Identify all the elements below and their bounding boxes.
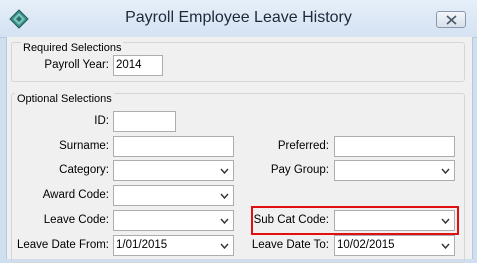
close-icon xyxy=(446,15,457,25)
leave-date-from-picker[interactable]: 1/01/2015 xyxy=(113,235,234,256)
payroll-year-label: Payroll Year: xyxy=(44,59,109,71)
leave-code-dropdown[interactable] xyxy=(113,210,234,231)
window-title: Payroll Employee Leave History xyxy=(125,9,352,26)
title-bar: Payroll Employee Leave History xyxy=(0,0,477,38)
leave-date-to-value: 10/02/2015 xyxy=(337,239,395,251)
chevron-down-icon xyxy=(441,168,450,174)
leave-code-label: Leave Code: xyxy=(43,214,109,226)
surname-label: Surname: xyxy=(59,140,109,152)
leave-date-to-label: Leave Date To: xyxy=(251,239,329,251)
optional-selections-legend: Optional Selections xyxy=(15,93,114,105)
leave-date-to-picker[interactable]: 10/02/2015 xyxy=(334,235,455,256)
required-selections-legend: Required Selections xyxy=(21,42,124,54)
preferred-label: Preferred: xyxy=(277,140,329,152)
leave-date-from-value: 1/01/2015 xyxy=(116,239,168,251)
payroll-year-input[interactable]: 2014 xyxy=(113,55,163,76)
chevron-down-icon xyxy=(220,193,229,199)
id-input[interactable] xyxy=(113,111,176,132)
preferred-input[interactable] xyxy=(334,136,455,157)
chevron-down-icon xyxy=(441,218,450,224)
chevron-down-icon xyxy=(441,243,450,249)
category-label: Category: xyxy=(59,164,109,176)
surname-input[interactable] xyxy=(113,136,234,157)
pay-group-label: Pay Group: xyxy=(270,164,329,176)
award-code-dropdown[interactable] xyxy=(113,185,234,206)
form-client-area: Required Selections Payroll Year: 2014 O… xyxy=(6,37,473,263)
id-label: ID: xyxy=(94,115,109,127)
leave-date-from-label: Leave Date From: xyxy=(16,239,109,251)
sub-cat-code-dropdown[interactable] xyxy=(334,210,455,231)
sub-cat-code-label: Sub Cat Code: xyxy=(253,214,329,226)
pay-group-dropdown[interactable] xyxy=(334,160,455,181)
close-button[interactable] xyxy=(436,11,466,28)
category-dropdown[interactable] xyxy=(113,160,234,181)
award-code-label: Award Code: xyxy=(42,189,109,201)
